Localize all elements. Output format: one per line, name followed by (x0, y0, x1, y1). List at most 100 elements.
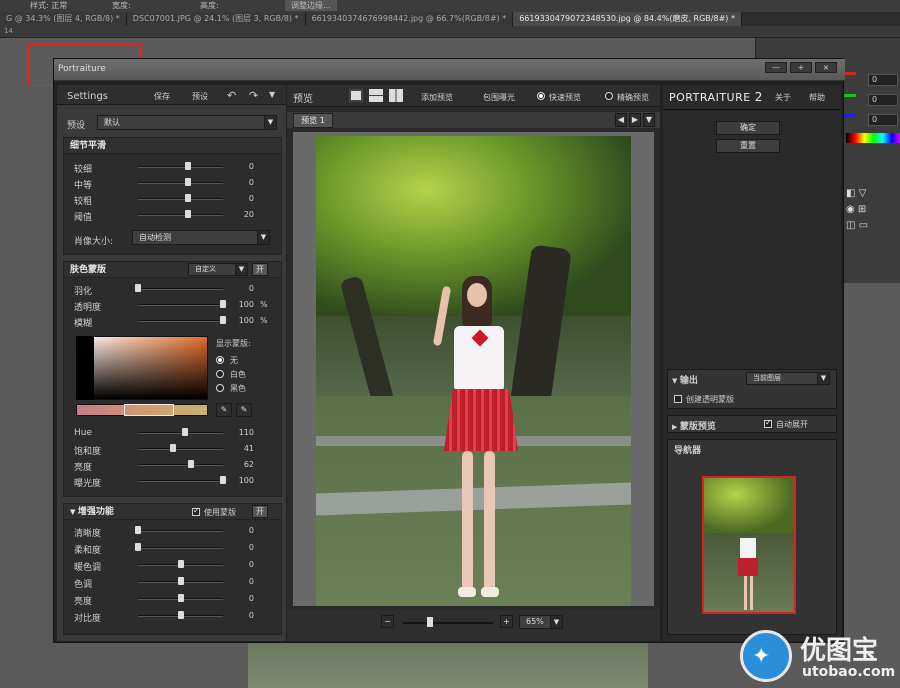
redo-icon[interactable]: ↷ (249, 89, 258, 102)
slider-saturation[interactable]: 饱和度 41 (74, 442, 274, 457)
preview-canvas[interactable] (293, 132, 654, 606)
slider-feather[interactable]: 羽化 0 (74, 282, 274, 297)
portrait-size-dropdown[interactable]: 自动检测 ▼ (132, 230, 270, 245)
enhance-title[interactable]: ▼ 增强功能 (64, 504, 281, 520)
slider-hue[interactable]: Hue 110 (74, 426, 274, 440)
save-button[interactable]: 保存 (154, 91, 170, 102)
detail-smoothing-title: 细节平滑 (64, 138, 281, 154)
zoom-in-button[interactable]: + (500, 615, 513, 628)
auto-expand-checkbox[interactable] (764, 418, 772, 428)
preset-dropdown[interactable]: 默认 ▼ (97, 115, 277, 130)
ps-options-bar: 样式: 正常 宽度: 高度: 调整边缘... (0, 0, 900, 12)
slider-exposure[interactable]: 曝光度 100 (74, 474, 274, 489)
layout-split-h-icon[interactable] (369, 89, 383, 102)
tab-menu-icon[interactable]: ▼ (643, 113, 655, 127)
collapse-icon: ▼ (70, 508, 78, 516)
radio-mask-white[interactable] (216, 370, 224, 378)
portrait-size-label: 肖像大小: (74, 237, 114, 247)
maximize-button[interactable]: + (790, 62, 812, 73)
slider-blur[interactable]: 模糊 100% (74, 314, 274, 329)
output-label[interactable]: ▼ 输出 (672, 373, 698, 386)
slider-medium[interactable]: 中等 0 (74, 176, 274, 191)
slider-clarity[interactable]: 清晰度 0 (74, 524, 274, 539)
reset-button[interactable]: 重置 (716, 139, 780, 153)
color-picker-square[interactable] (76, 336, 208, 400)
slider-contrast[interactable]: 对比度 0 (74, 609, 274, 624)
preview-tab[interactable]: 预览 1 (293, 113, 333, 128)
layout-single-icon[interactable] (349, 89, 363, 102)
layout-split-v-icon[interactable] (389, 89, 403, 102)
slider-tint[interactable]: 色调 0 (74, 575, 274, 590)
ps-document-tabs: G @ 34.3% (图层 4, RGB/8) * DSC07001.JPG @… (0, 12, 900, 26)
chevron-down-icon: ▼ (235, 264, 247, 275)
navigator-thumbnail[interactable] (702, 476, 796, 614)
chevron-down-icon: ▼ (817, 373, 829, 384)
dialog-title-bar[interactable]: Portraiture — + × (54, 59, 845, 81)
ps-tab-4[interactable]: 6619330479072348530.jpg @ 84.4%(磨皮, RGB/… (513, 12, 742, 26)
detail-smoothing-section: 细节平滑 较细 0 中等 0 较粗 0 阈值 20 肖像大小: 自动检测 ▼ (63, 137, 282, 255)
preview-photo[interactable] (316, 136, 631, 606)
mask-preview-label[interactable]: ▶ 蒙版预览 (672, 419, 716, 432)
chevron-down-icon: ▼ (257, 231, 269, 244)
undo-icon[interactable]: ↶ (227, 89, 236, 102)
radio-mask-none[interactable] (216, 356, 224, 364)
create-mask-label: 创建透明蒙版 (686, 395, 734, 404)
zoom-knob[interactable] (427, 617, 433, 627)
show-mask-label: 显示蒙版: (216, 339, 251, 348)
bracket-exposure-button[interactable]: 包围曝光 (483, 92, 515, 103)
preset-row-label: 预设 (67, 121, 86, 131)
slider-opacity[interactable]: 透明度 100% (74, 298, 274, 313)
zoom-dropdown[interactable]: 65% ▼ (519, 615, 563, 629)
ok-button[interactable]: 确定 (716, 121, 780, 135)
skin-mask-section: 肤色蒙版 自定义 ▼ 开 羽化 0 透明度 100% 模糊 100% 显示蒙版: 无 白… (63, 261, 282, 497)
menu-chevron-icon[interactable]: ▼ (269, 90, 275, 99)
output-section: ▼ 输出 当前图层 ▼ 创建透明蒙版 (667, 369, 837, 409)
hue-range[interactable] (124, 404, 174, 416)
skin-mode-dropdown[interactable]: 自定义 ▼ (188, 263, 248, 276)
radio-accurate-preview[interactable] (605, 92, 613, 100)
radio-mask-black[interactable] (216, 384, 224, 392)
ps-tab-2[interactable]: DSC07001.JPG @ 24.1% (图层 3, RGB/8) * (126, 12, 306, 26)
radio-fast-preview[interactable] (537, 92, 545, 100)
close-button[interactable]: × (815, 62, 837, 73)
prev-tab-icon[interactable]: ◀ (615, 113, 627, 127)
about-button[interactable]: 关于 (775, 92, 791, 103)
slider-brightness[interactable]: 亮度 62 (74, 458, 274, 473)
help-button[interactable]: 帮助 (809, 92, 825, 103)
zoom-out-button[interactable]: − (381, 615, 394, 628)
skin-mask-title: 肤色蒙版 (64, 262, 281, 278)
slider-fine[interactable]: 较细 0 (74, 160, 274, 175)
settings-label: Settings (67, 91, 109, 102)
add-preview-button[interactable]: 添加预览 (421, 92, 453, 103)
enhance-toggle[interactable]: 开 (252, 505, 268, 518)
zoom-slider[interactable] (403, 622, 493, 624)
ps-style-label: 样式: 正常 (30, 1, 68, 10)
create-mask-checkbox[interactable] (674, 395, 682, 403)
ps-refine-edge-button[interactable]: 调整边缘... (285, 0, 337, 11)
settings-panel: Settings 保存 预设 ↶ ↷ ▼ 预设 默认 ▼ 细节平滑 较细 0 中等 0… (57, 85, 286, 641)
eyedropper-plus-icon[interactable]: ✎ (236, 403, 252, 417)
ps-blue-value[interactable]: 0 (868, 114, 898, 126)
ps-tab-1[interactable]: G @ 34.3% (图层 4, RGB/8) * (0, 12, 127, 26)
slider-coarse[interactable]: 较粗 0 (74, 192, 274, 207)
slider-softness[interactable]: 柔和度 0 (74, 541, 274, 556)
slider-warmth[interactable]: 暖色调 0 (74, 558, 274, 573)
ps-adjust-icons[interactable]: ◧ ▽ ◉ ⊞ ◫ ▭ (846, 186, 891, 236)
ps-tab-3[interactable]: 6619340374676998442.jpg @ 66.7%(RGB/8#) … (305, 12, 514, 26)
preset-button[interactable]: 预设 (192, 91, 208, 102)
watermark-text: 优图宝 (800, 636, 879, 666)
slider-threshold[interactable]: 阈值 20 (74, 208, 274, 223)
use-mask-checkbox[interactable] (192, 506, 200, 516)
slider-enhance-brightness[interactable]: 亮度 0 (74, 592, 274, 607)
ps-red-value[interactable]: 0 (868, 74, 898, 86)
ps-green-value[interactable]: 0 (868, 94, 898, 106)
output-dropdown[interactable]: 当前图层 ▼ (746, 372, 830, 385)
mask-preview-section: ▶ 蒙版预览 自动展开 (667, 415, 837, 433)
ps-width-label: 宽度: (112, 1, 131, 10)
dialog-title: Portraiture (58, 64, 106, 74)
next-tab-icon[interactable]: ▶ (629, 113, 641, 127)
use-mask-label: 使用蒙版 (204, 508, 236, 517)
minimize-button[interactable]: — (765, 62, 787, 73)
skin-mask-toggle[interactable]: 开 (252, 263, 268, 276)
eyedropper-icon[interactable]: ✎ (216, 403, 232, 417)
